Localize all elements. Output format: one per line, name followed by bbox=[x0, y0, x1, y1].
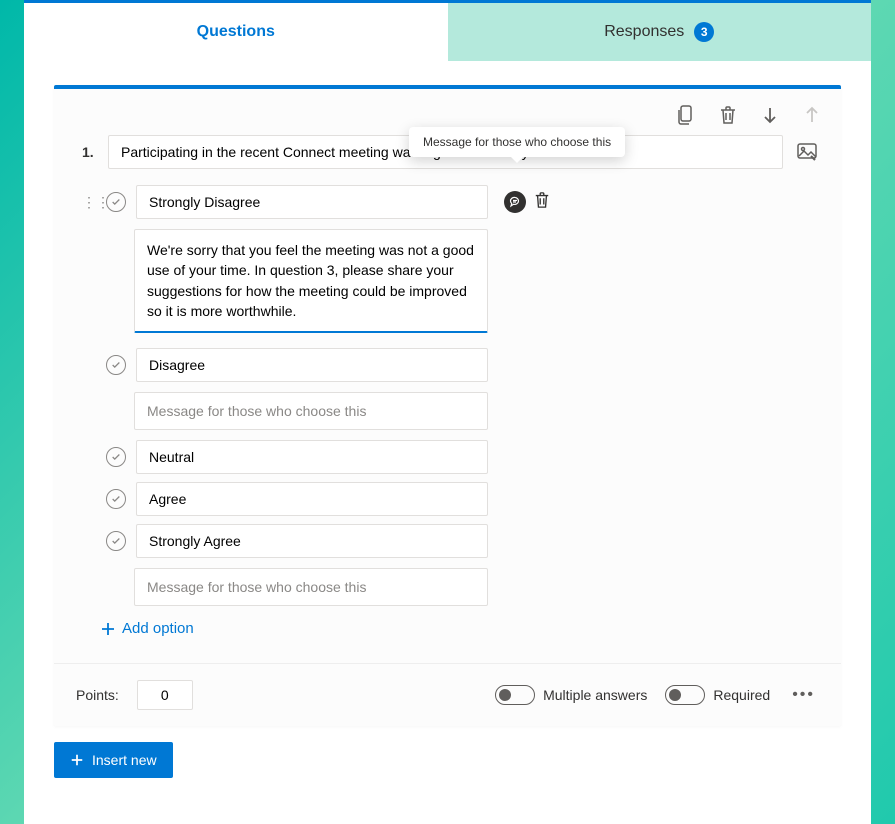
question-number: 1. bbox=[82, 144, 98, 160]
tab-responses[interactable]: Responses 3 bbox=[448, 3, 872, 61]
media-icon[interactable] bbox=[793, 139, 821, 165]
branch-message-icon[interactable] bbox=[504, 191, 526, 213]
response-count-badge: 3 bbox=[694, 22, 714, 42]
required-toggle[interactable] bbox=[665, 685, 705, 705]
add-option-button[interactable]: Add option bbox=[100, 620, 841, 637]
multiple-answers-label: Multiple answers bbox=[543, 687, 647, 703]
trash-icon[interactable] bbox=[719, 105, 737, 125]
plus-icon bbox=[100, 621, 116, 637]
insert-new-label: Insert new bbox=[92, 752, 157, 768]
plus-icon bbox=[70, 753, 84, 767]
option-input[interactable] bbox=[136, 185, 488, 219]
correct-toggle[interactable] bbox=[106, 531, 126, 551]
tooltip: Message for those who choose this bbox=[409, 127, 625, 157]
option-input[interactable] bbox=[136, 482, 488, 516]
move-up-icon bbox=[803, 105, 821, 125]
multiple-answers-toggle[interactable] bbox=[495, 685, 535, 705]
insert-new-button[interactable]: Insert new bbox=[54, 742, 173, 778]
points-label: Points: bbox=[76, 687, 119, 703]
add-option-label: Add option bbox=[122, 620, 194, 637]
correct-toggle[interactable] bbox=[106, 192, 126, 212]
branch-message-placeholder[interactable]: Message for those who choose this bbox=[134, 392, 488, 430]
option-input[interactable] bbox=[136, 348, 488, 382]
correct-toggle[interactable] bbox=[106, 447, 126, 467]
more-icon[interactable]: ••• bbox=[788, 686, 819, 704]
tab-questions-label: Questions bbox=[197, 23, 275, 41]
move-down-icon[interactable] bbox=[761, 105, 779, 125]
copy-icon[interactable] bbox=[677, 105, 695, 125]
tab-questions[interactable]: Questions bbox=[24, 3, 448, 61]
question-card: 1. Message for those who choose this ⋮⋮ bbox=[54, 85, 841, 726]
option-input[interactable] bbox=[136, 524, 488, 558]
tab-responses-label: Responses bbox=[604, 23, 684, 41]
branch-message-input[interactable]: We're sorry that you feel the meeting wa… bbox=[134, 229, 488, 333]
correct-toggle[interactable] bbox=[106, 355, 126, 375]
branch-message-placeholder[interactable]: Message for those who choose this bbox=[134, 568, 488, 606]
option-trash-icon[interactable] bbox=[534, 191, 550, 213]
required-label: Required bbox=[713, 687, 770, 703]
drag-handle-icon[interactable]: ⋮⋮ bbox=[82, 194, 96, 211]
option-input[interactable] bbox=[136, 440, 488, 474]
points-input[interactable] bbox=[137, 680, 193, 710]
correct-toggle[interactable] bbox=[106, 489, 126, 509]
